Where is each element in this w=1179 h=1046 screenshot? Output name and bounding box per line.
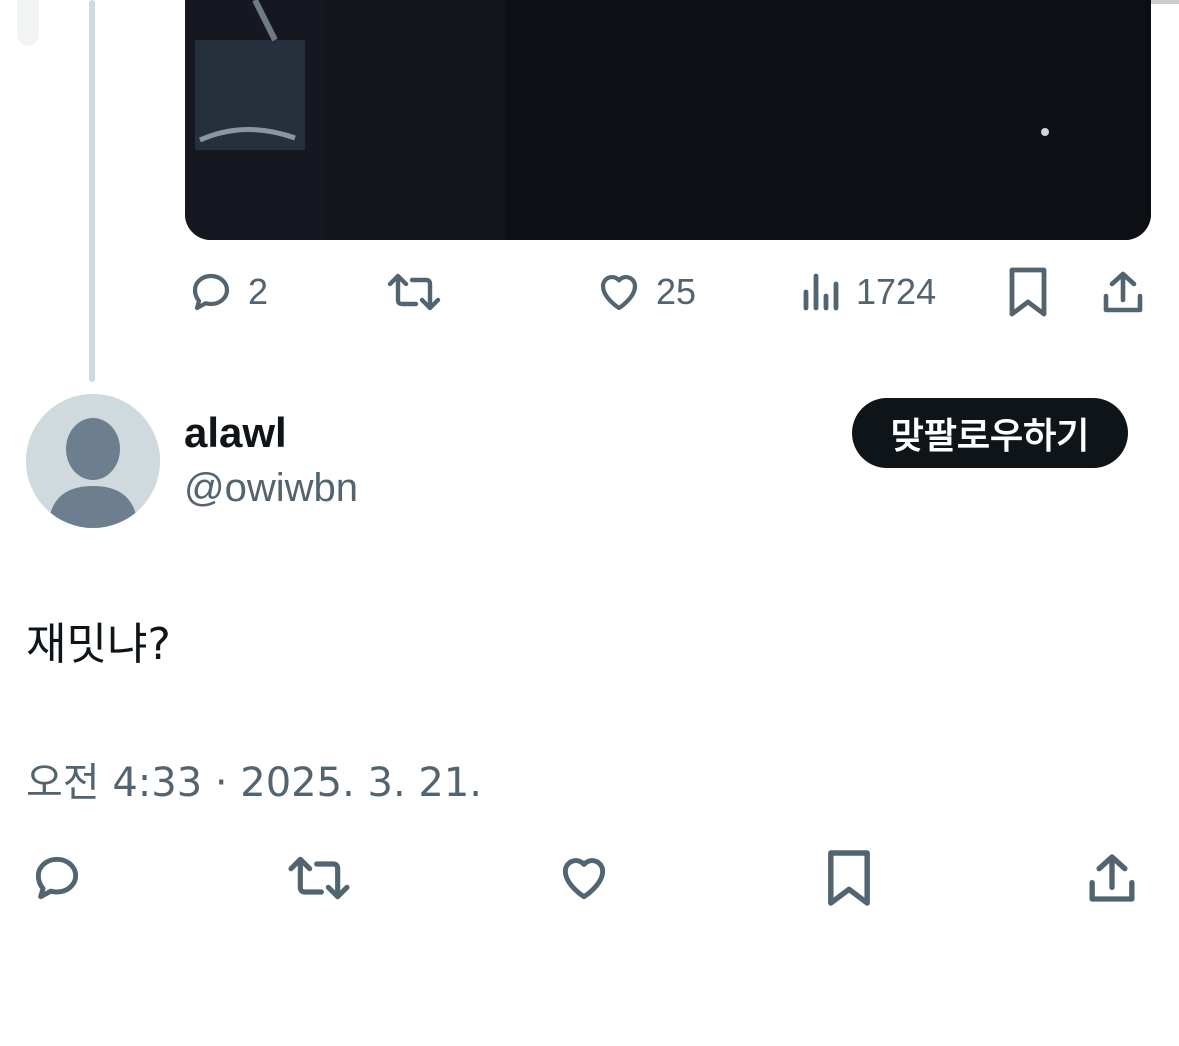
views-icon <box>800 268 844 316</box>
share-action[interactable] <box>1100 268 1146 321</box>
like-action[interactable]: 25 <box>594 268 696 316</box>
reply-count: 2 <box>248 271 269 312</box>
views-count: 1724 <box>856 271 937 312</box>
default-avatar-icon <box>26 394 160 528</box>
like-icon <box>594 268 644 316</box>
like-count: 25 <box>656 271 697 312</box>
bookmark-icon <box>824 850 874 912</box>
like-icon <box>554 858 614 910</box>
retweet-icon <box>286 856 352 910</box>
reply-button[interactable] <box>28 850 86 911</box>
bookmark-action[interactable] <box>1006 266 1050 323</box>
retweet-button[interactable] <box>286 850 352 911</box>
bookmark-button[interactable] <box>824 848 874 913</box>
left-edge-element <box>17 0 39 46</box>
reply-icon <box>186 268 236 316</box>
share-button[interactable] <box>1084 850 1140 911</box>
reply-icon <box>28 856 86 910</box>
follow-back-button[interactable]: 맞팔로우하기 <box>852 398 1128 468</box>
user-handle[interactable]: @owiwbn <box>184 466 358 511</box>
tweet-text: 재밋냐? <box>26 619 171 670</box>
retweet-action[interactable] <box>386 268 442 316</box>
top-right-edge <box>1150 0 1179 4</box>
like-button[interactable] <box>554 850 614 911</box>
thread-connector-line <box>89 0 95 382</box>
tweet-media-image[interactable] <box>185 0 1151 240</box>
retweet-icon <box>386 268 442 316</box>
avatar[interactable] <box>26 394 160 528</box>
reply-action[interactable]: 2 <box>186 268 268 316</box>
share-icon <box>1084 854 1140 910</box>
media-illustration <box>185 0 1151 240</box>
views-action[interactable]: 1724 <box>800 268 936 316</box>
tweet-timestamp[interactable]: 오전 4:33 · 2025. 3. 21. <box>26 750 482 808</box>
share-icon <box>1100 271 1146 320</box>
display-name[interactable]: alawl <box>184 409 287 457</box>
bookmark-icon <box>1006 267 1050 322</box>
